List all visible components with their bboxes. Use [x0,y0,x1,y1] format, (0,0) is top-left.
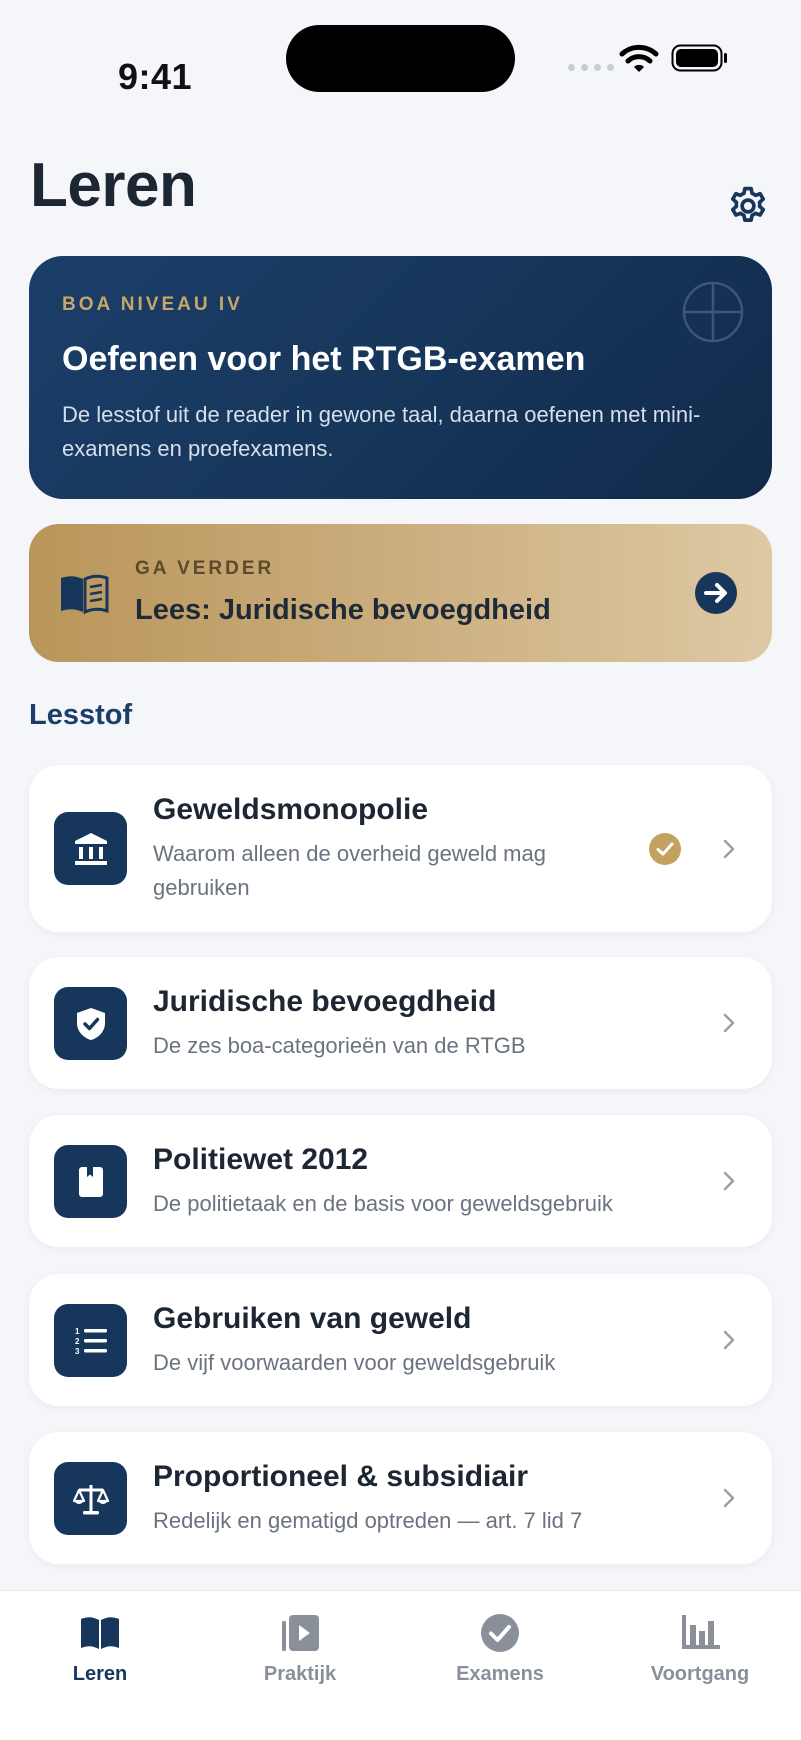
lesson-card-proportioneel-subsidiair[interactable]: Proportioneel & subsidiair Redelijk en g… [29,1432,772,1564]
chevron-right-icon [723,839,735,859]
lesson-subtitle: Redelijk en gematigd optreden — art. 7 l… [153,1508,583,1533]
book-icon [54,1145,127,1218]
svg-text:2: 2 [75,1337,80,1346]
chevron-right-icon [723,1330,735,1350]
svg-text:1: 1 [75,1327,80,1336]
status-bar: 9:41 [0,0,801,110]
tab-leren[interactable]: Leren [30,1611,170,1701]
hero-eyebrow: BOA NIVEAU IV [62,294,243,315]
lesson-title: Proportioneel & subsidiair [153,1460,529,1493]
battery-icon [671,44,727,72]
chevron-right-icon [723,1488,735,1508]
tab-voortgang[interactable]: Voortgang [630,1611,770,1701]
scale-icon [54,1462,127,1535]
lesson-subtitle: De zes boa-categorieën van de RTGB [153,1033,526,1058]
hero-card: BOA NIVEAU IV Oefenen voor het RTGB-exam… [29,256,772,499]
numbered-list-icon: 1 2 3 [54,1304,127,1377]
lesson-card-juridische-bevoegdheid[interactable]: Juridische bevoegdheid De zes boa-catego… [29,957,772,1089]
status-time: 9:41 [118,56,193,97]
tab-praktijk[interactable]: Praktijk [230,1611,370,1701]
lesson-title: Politiewet 2012 [153,1143,369,1176]
completed-check-icon [649,833,681,865]
lesson-card-gebruiken-van-geweld[interactable]: 1 2 3 Gebruiken van geweld De vijf voorw… [29,1274,772,1406]
tab-label: Leren [72,1663,128,1685]
check-circle-icon [481,1614,519,1652]
svg-text:3: 3 [75,1347,80,1356]
lesson-title: Gebruiken van geweld [153,1302,472,1335]
emblem-icon [682,281,744,343]
tab-examens[interactable]: Examens [430,1611,570,1701]
lesson-card-politiewet[interactable]: Politiewet 2012 De politietaak en de bas… [29,1115,772,1247]
lesson-title: Geweldsmonopolie [153,793,429,826]
signal-icon [568,64,614,71]
shield-check-icon [54,987,127,1060]
tab-label: Examens [456,1663,544,1685]
play-stack-icon [282,1615,319,1651]
lesson-subtitle: Waarom alleen de overheid geweld mag geb… [153,841,546,900]
open-book-icon [81,1617,119,1649]
continue-title: Lees: Juridische bevoegdheid [135,594,551,626]
bank-icon [54,812,127,885]
tab-bar: Leren Praktijk Examens Voortgang [0,1590,801,1740]
tab-label: Praktijk [263,1663,337,1685]
continue-eyebrow: GA VERDER [135,558,275,579]
dynamic-island [286,25,515,92]
section-title: Lesstof [29,699,133,731]
chevron-right-icon [723,1013,735,1033]
tab-label: Voortgang [650,1663,750,1685]
lesson-title: Juridische bevoegdheid [153,985,497,1018]
wifi-icon [619,44,659,72]
bar-chart-icon [682,1615,720,1649]
continue-reading-card[interactable]: GA VERDER Lees: Juridische bevoegdheid [29,524,772,662]
open-book-icon [61,574,109,614]
hero-description: De lesstof uit de reader in gewone taal,… [62,402,701,461]
page-title: Leren [30,151,197,220]
hero-title: Oefenen voor het RTGB-examen [62,340,586,378]
arrow-right-circle-icon[interactable] [695,572,737,614]
lesson-subtitle: De politietaak en de basis voor geweldsg… [153,1191,613,1216]
chevron-right-icon [723,1171,735,1191]
settings-gear-icon[interactable] [726,184,770,228]
lesson-subtitle: De vijf voorwaarden voor geweldsgebruik [153,1350,556,1375]
lesson-card-geweldsmonopolie[interactable]: Geweldsmonopolie Waarom alleen de overhe… [29,765,772,932]
